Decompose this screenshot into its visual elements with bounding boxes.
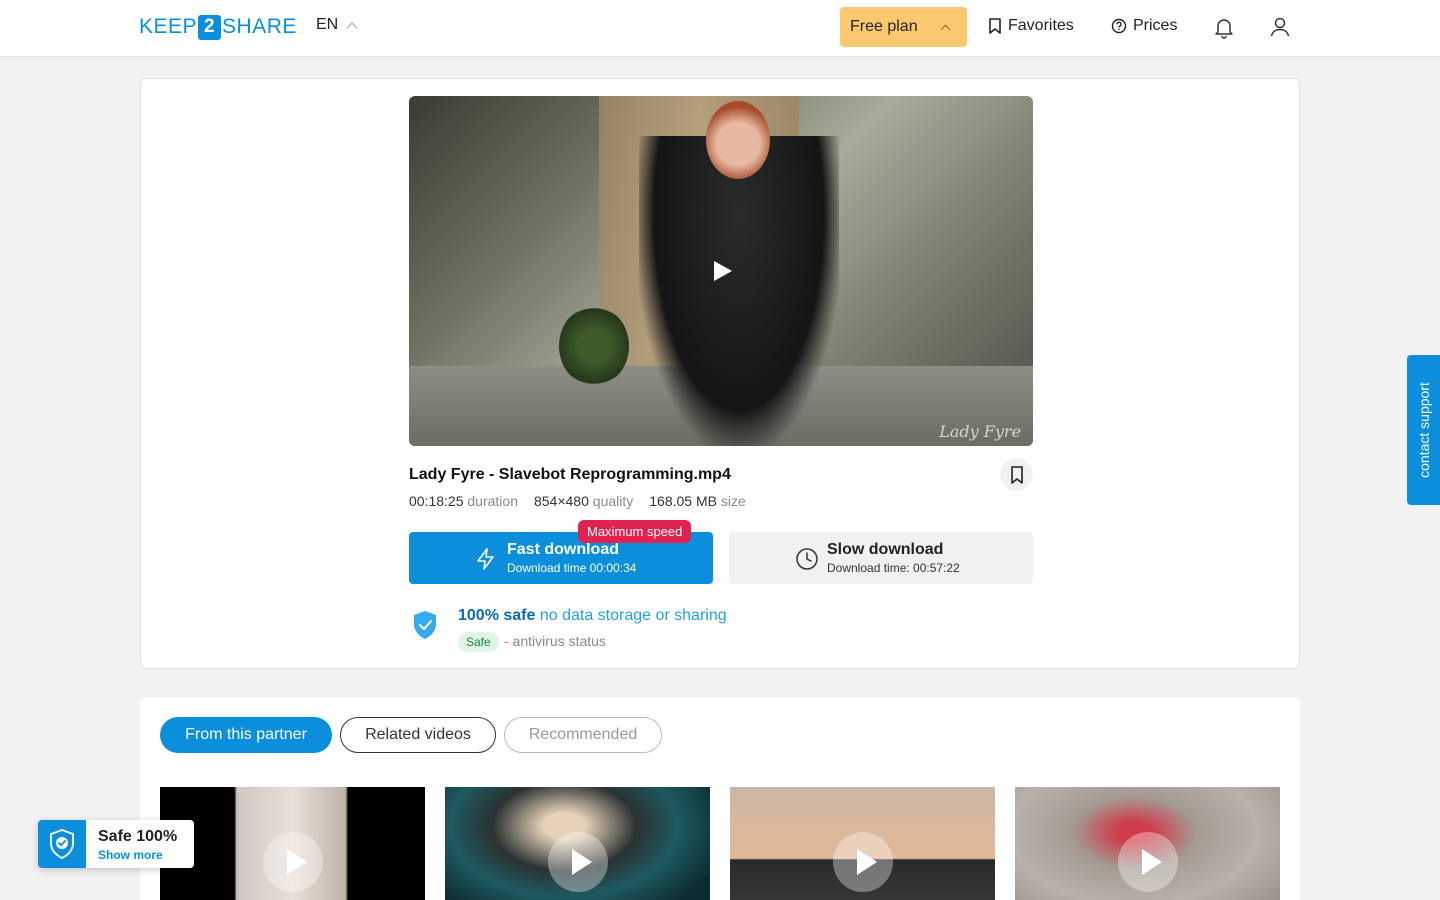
safe-popup[interactable]: Safe 100% Show more bbox=[38, 820, 194, 868]
logo-text-right: SHARE bbox=[222, 15, 297, 38]
play-icon[interactable] bbox=[547, 832, 608, 892]
prices-label: Prices bbox=[1133, 17, 1178, 34]
shield-check-icon bbox=[38, 820, 86, 868]
play-icon[interactable] bbox=[262, 832, 323, 892]
bookmark-button[interactable] bbox=[1000, 458, 1033, 491]
favorites-link[interactable]: Favorites bbox=[988, 17, 1074, 35]
antivirus-badge: Safe bbox=[458, 632, 499, 652]
max-speed-badge: Maximum speed bbox=[578, 520, 692, 543]
safety-light[interactable]: no data storage or sharing bbox=[540, 607, 727, 624]
help-circle-icon bbox=[1111, 18, 1127, 34]
top-header: KEEP 2 SHARE EN Free plan Favorites Pric… bbox=[0, 0, 1440, 57]
slow-download-label: Slow download bbox=[827, 541, 944, 558]
video-thumbnail[interactable] bbox=[730, 787, 995, 900]
bookmark-icon bbox=[1010, 465, 1023, 484]
contact-support-tab[interactable]: contact support bbox=[1407, 355, 1440, 505]
video-scene-figure bbox=[639, 136, 839, 446]
contact-support-label: contact support bbox=[1415, 382, 1432, 478]
videos-section: From this partner Related videos Recomme… bbox=[140, 697, 1300, 900]
tab-from-this-partner[interactable]: From this partner bbox=[160, 717, 332, 753]
language-selector[interactable]: EN bbox=[316, 16, 358, 34]
video-thumbnail[interactable] bbox=[445, 787, 710, 900]
antivirus-status: - antivirus status bbox=[504, 633, 606, 649]
meta-quality: 854×480 quality bbox=[533, 493, 634, 509]
bell-icon[interactable] bbox=[1212, 15, 1236, 39]
logo-text-mid: 2 bbox=[198, 14, 222, 40]
play-icon[interactable] bbox=[714, 261, 732, 281]
bookmark-icon bbox=[989, 18, 1001, 34]
meta-size: 168.05 MB size bbox=[649, 493, 746, 509]
video-scene-plant bbox=[559, 306, 629, 386]
play-icon[interactable] bbox=[832, 832, 893, 892]
logo-text-left: KEEP bbox=[139, 15, 198, 38]
chevron-up-icon bbox=[346, 22, 358, 34]
video-thumbnail[interactable] bbox=[160, 787, 425, 900]
video-thumbnail[interactable] bbox=[1015, 787, 1280, 900]
prices-link[interactable]: Prices bbox=[1111, 17, 1177, 35]
file-title: Lady Fyre - Slavebot Reprogramming.mp4 bbox=[409, 466, 731, 483]
video-scene-head bbox=[706, 101, 770, 179]
safety-strong: 100% safe bbox=[458, 607, 536, 624]
lightning-icon bbox=[477, 548, 494, 570]
slow-download-time: Download time: 00:57:22 bbox=[827, 561, 960, 575]
shield-check-icon bbox=[414, 611, 436, 639]
safety-headline: 100% safe no data storage or sharing bbox=[458, 607, 727, 625]
meta-duration: 00:18:25 duration bbox=[409, 493, 518, 509]
clock-icon bbox=[796, 548, 818, 570]
safe-popup-link[interactable]: Show more bbox=[98, 848, 163, 862]
slow-download-button[interactable]: Slow download Download time: 00:57:22 bbox=[729, 532, 1033, 584]
favorites-label: Favorites bbox=[1008, 17, 1074, 34]
chevron-up-icon bbox=[940, 24, 951, 35]
plan-button[interactable]: Free plan bbox=[840, 7, 967, 47]
tab-recommended[interactable]: Recommended bbox=[504, 717, 662, 753]
tab-related-videos[interactable]: Related videos bbox=[340, 717, 496, 753]
plan-label: Free plan bbox=[850, 18, 918, 35]
file-card: Lady Fyre Lady Fyre - Slavebot Reprogram… bbox=[140, 78, 1300, 669]
fast-download-time: Download time 00:00:34 bbox=[507, 561, 637, 575]
fast-download-label: Fast download bbox=[507, 541, 619, 558]
file-meta: 00:18:25 duration 854×480 quality 168.05… bbox=[409, 493, 746, 509]
safe-popup-title: Safe 100% bbox=[98, 828, 178, 845]
video-watermark: Lady Fyre bbox=[939, 422, 1021, 441]
play-icon[interactable] bbox=[1117, 832, 1178, 892]
language-label: EN bbox=[316, 16, 339, 33]
user-icon[interactable] bbox=[1268, 15, 1292, 39]
video-preview[interactable]: Lady Fyre bbox=[409, 96, 1033, 446]
logo[interactable]: KEEP 2 SHARE bbox=[139, 14, 297, 40]
